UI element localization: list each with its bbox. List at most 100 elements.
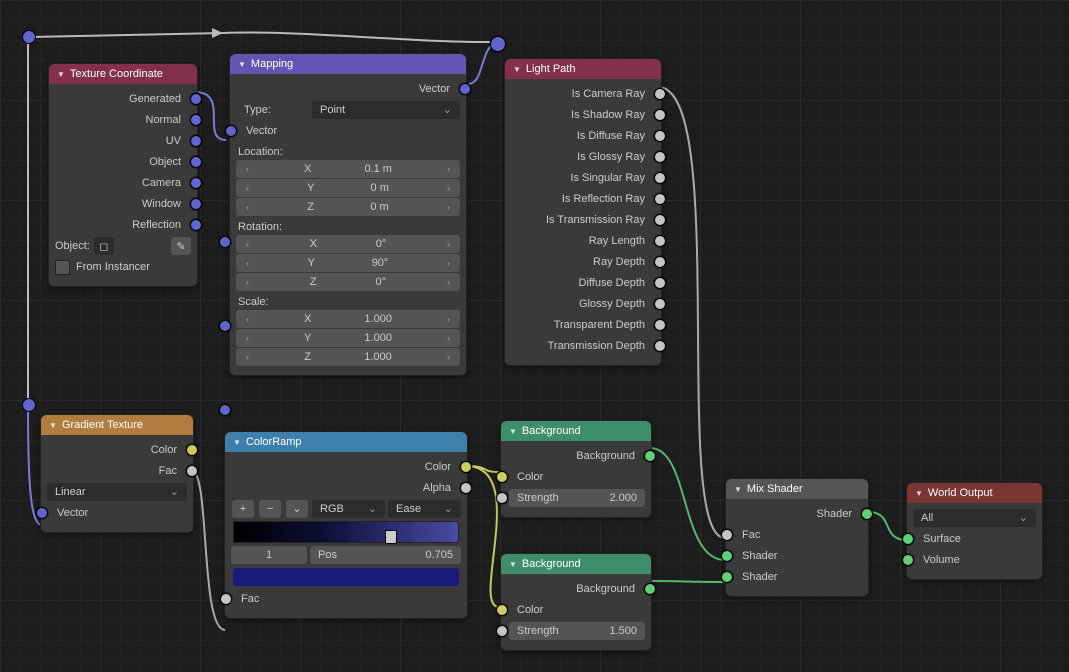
socket-vector-out[interactable] [459,83,471,95]
ramp-remove-button[interactable]: − [259,500,281,518]
location-y[interactable]: ‹Y0 m› [236,179,460,197]
rotation-y[interactable]: ‹Y90°› [236,254,460,272]
socket-window[interactable] [190,198,202,210]
target-dropdown[interactable]: All [913,509,1036,527]
node-mapping[interactable]: Mapping Vector Type:Point Vector Locatio… [229,53,467,376]
socket-volume[interactable] [902,554,914,566]
node-world-output[interactable]: World Output All Surface Volume [906,482,1043,580]
socket-surface[interactable] [902,533,914,545]
socket-object[interactable] [190,156,202,168]
location-x[interactable]: ‹X0.1 m› [236,160,460,178]
ramp-color-swatch[interactable] [233,568,459,586]
socket-fac-out[interactable] [186,465,198,477]
socket-scale[interactable] [219,404,231,416]
socket-ray-depth[interactable] [654,256,666,268]
ramp-add-button[interactable]: + [232,500,254,518]
node-background-2[interactable]: Background Background Color Strength1.50… [500,553,652,651]
socket-ray-length[interactable] [654,235,666,247]
socket-location[interactable] [219,236,231,248]
socket-transparent-depth[interactable] [654,319,666,331]
socket-color-in[interactable] [496,604,508,616]
from-instancer-row[interactable]: From Instancer [55,257,191,277]
node-header[interactable]: Mapping [230,54,466,74]
ramp-stop[interactable] [385,530,397,544]
out-camera: Camera [134,177,189,189]
ramp-index[interactable]: 1 [231,546,307,564]
node-header[interactable]: Background [501,554,651,574]
socket-shader-1[interactable] [721,550,733,562]
rotation-x[interactable]: ‹X0°› [236,235,460,253]
socket-camera-ray[interactable] [654,88,666,100]
rotation-label: Rotation: [236,217,460,234]
ramp-position[interactable]: Pos0.705 [310,546,461,564]
location-z[interactable]: ‹Z0 m› [236,198,460,216]
socket-alpha-out[interactable] [460,482,472,494]
socket-diffuse-depth[interactable] [654,277,666,289]
type-dropdown[interactable]: Point [312,101,460,119]
node-header[interactable]: Mix Shader [726,479,868,499]
node-header[interactable]: World Output [907,483,1042,503]
rotation-z[interactable]: ‹Z0°› [236,273,460,291]
node-header[interactable]: Background [501,421,651,441]
node-light-path[interactable]: Light Path Is Camera Ray Is Shadow Ray I… [504,58,662,366]
socket-shadow-ray[interactable] [654,109,666,121]
node-header[interactable]: Light Path [505,59,661,79]
socket-strength-in[interactable] [496,625,508,637]
reroute-top-left[interactable] [22,30,36,44]
socket-color-out[interactable] [186,444,198,456]
out-uv: UV [158,135,189,147]
socket-singular-ray[interactable] [654,172,666,184]
scale-y[interactable]: ‹Y1.000› [236,329,460,347]
colorspace-dropdown[interactable]: RGB [312,500,385,518]
socket-fac-in[interactable] [721,529,733,541]
socket-normal[interactable] [190,114,202,126]
reroute-top-right[interactable] [490,36,506,52]
scale-x[interactable]: ‹X1.000› [236,310,460,328]
checkbox-from-instancer[interactable] [55,260,70,275]
socket-reflection-ray[interactable] [654,193,666,205]
gradient-type-dropdown[interactable]: Linear [47,483,187,501]
node-gradient-texture[interactable]: Gradient Texture Color Fac Linear Vector [40,414,194,533]
node-header[interactable]: Texture Coordinate [49,64,197,84]
socket-uv[interactable] [190,135,202,147]
color-ramp-gradient[interactable] [233,521,459,543]
socket-glossy-ray[interactable] [654,151,666,163]
socket-transmission-ray[interactable] [654,214,666,226]
eyedropper-icon[interactable]: ✎ [171,237,191,255]
node-background-1[interactable]: Background Background Color Strength2.00… [500,420,652,518]
scale-label: Scale: [236,292,460,309]
reroute-left-mid[interactable] [22,398,36,412]
socket-camera[interactable] [190,177,202,189]
socket-rotation[interactable] [219,320,231,332]
socket-color-out[interactable] [460,461,472,473]
out-vector: Vector [411,83,458,95]
out-object: Object [141,156,189,168]
socket-bg-out[interactable] [644,450,656,462]
socket-transmission-depth[interactable] [654,340,666,352]
socket-strength-in[interactable] [496,492,508,504]
type-label: Type: [236,104,312,116]
socket-vector-in[interactable] [36,507,48,519]
socket-bg-out[interactable] [644,583,656,595]
socket-shader-out[interactable] [861,508,873,520]
socket-generated[interactable] [190,93,202,105]
socket-glossy-depth[interactable] [654,298,666,310]
socket-reflection[interactable] [190,219,202,231]
socket-shader-2[interactable] [721,571,733,583]
socket-diffuse-ray[interactable] [654,130,666,142]
ramp-menu-button[interactable]: ⌄ [286,500,308,518]
socket-vector-in[interactable] [225,125,237,137]
strength-field[interactable]: Strength1.500 [509,622,645,640]
node-color-ramp[interactable]: ColorRamp Color Alpha + − ⌄ RGB Ease 1 P… [224,431,468,619]
node-header[interactable]: Gradient Texture [41,415,193,435]
socket-fac-in[interactable] [220,593,232,605]
node-mix-shader[interactable]: Mix Shader Shader Fac Shader Shader [725,478,869,597]
socket-color-in[interactable] [496,471,508,483]
scale-z[interactable]: ‹Z1.000› [236,348,460,366]
node-texture-coordinate[interactable]: Texture Coordinate Generated Normal UV O… [48,63,198,287]
node-header[interactable]: ColorRamp [225,432,467,452]
object-picker-box[interactable]: ◻ [94,237,114,255]
strength-field[interactable]: Strength2.000 [509,489,645,507]
out-generated: Generated [121,93,189,105]
interp-dropdown[interactable]: Ease [388,500,461,518]
